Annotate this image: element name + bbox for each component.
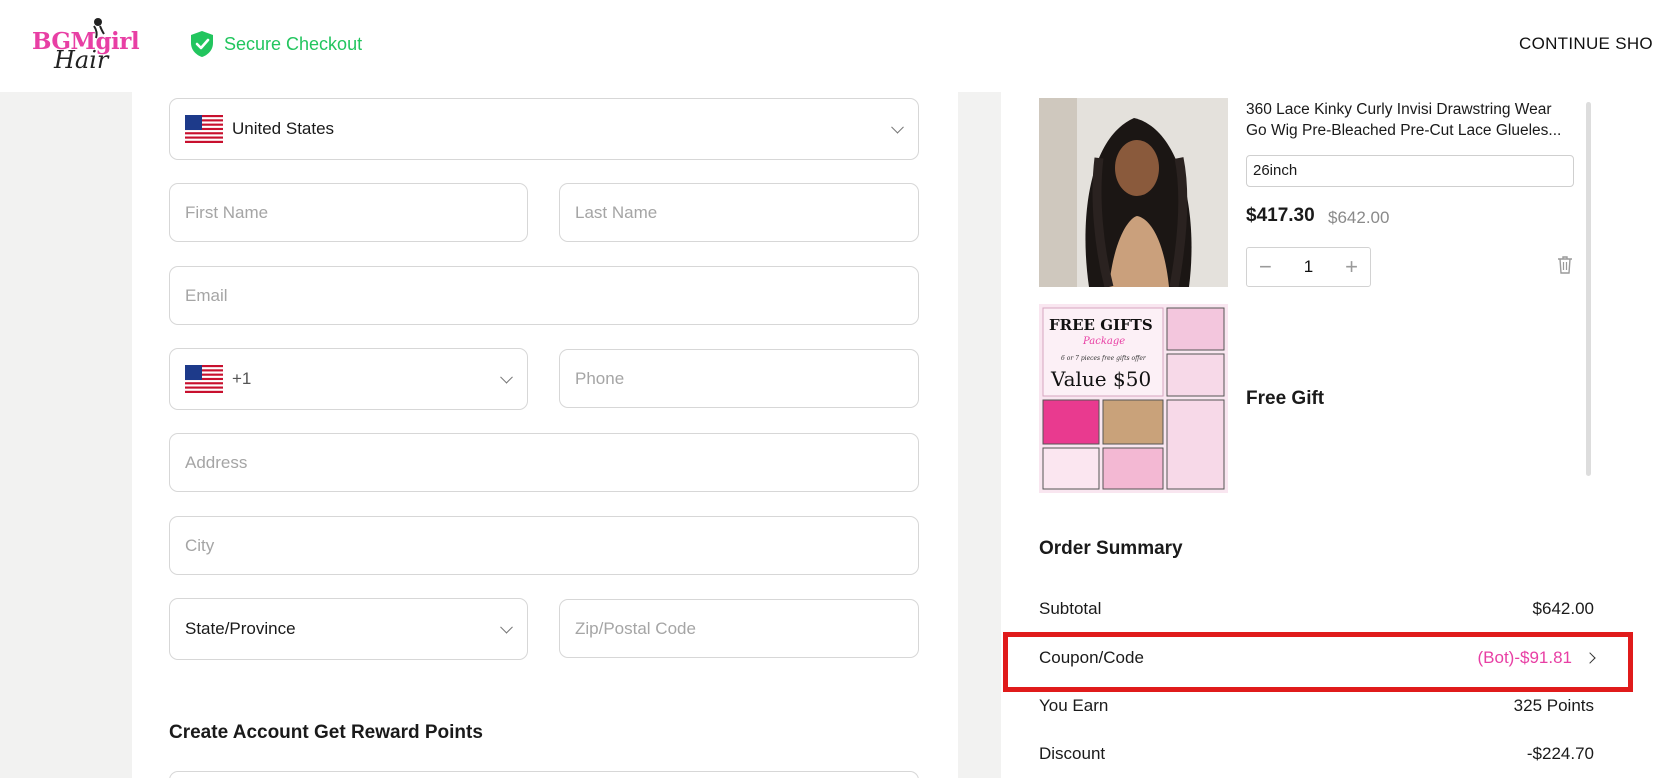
product-image[interactable] — [1039, 98, 1228, 287]
chevron-right-icon — [1584, 652, 1596, 664]
brand-logo[interactable]: BGMgirl Hair — [30, 14, 140, 74]
gift-subtitle: Package — [1082, 336, 1125, 347]
continue-shopping-link[interactable]: CONTINUE SHO — [1519, 34, 1653, 54]
subtotal-label: Subtotal — [1039, 599, 1102, 618]
increase-quantity-button[interactable]: + — [1345, 256, 1358, 278]
state-value: State/Province — [185, 619, 296, 638]
subtotal-row: Subtotal $642.00 — [1039, 599, 1594, 619]
first-name-placeholder: First Name — [185, 202, 269, 222]
original-price: $642.00 — [1328, 208, 1390, 227]
coupon-value: (Bot)-$91.81 — [1477, 648, 1573, 667]
email-field[interactable]: Email — [169, 266, 919, 325]
free-gift-label: Free Gift — [1246, 388, 1325, 409]
product-photo — [1039, 98, 1228, 287]
zip-field[interactable]: Zip/Postal Code — [559, 599, 919, 658]
last-name-field[interactable]: Last Name — [559, 183, 919, 242]
quantity-value[interactable]: 1 — [1304, 257, 1313, 277]
quantity-stepper: − 1 + — [1246, 247, 1371, 287]
city-field[interactable]: City — [169, 516, 919, 575]
gift-package-graphic: FREE GIFTS Package 6 or 7 pieces free gi… — [1039, 304, 1228, 493]
subtotal-value: $642.00 — [1532, 599, 1594, 618]
email-placeholder: Email — [185, 285, 228, 305]
header: BGMgirl Hair Secure Checkout CONTINUE SH… — [0, 0, 1657, 92]
shield-check-icon — [191, 31, 213, 57]
gift-value: Value $50 — [1050, 367, 1151, 391]
account-field[interactable] — [169, 771, 919, 778]
sale-price: $417.30 — [1246, 205, 1315, 226]
chevron-down-icon — [500, 620, 513, 634]
country-select[interactable]: United States — [169, 98, 919, 160]
us-flag-icon — [185, 115, 223, 143]
coupon-value-group[interactable]: (Bot)-$91.81 — [1477, 648, 1596, 668]
address-field[interactable]: Address — [169, 433, 919, 492]
secure-checkout-label: Secure Checkout — [224, 33, 363, 54]
last-name-placeholder: Last Name — [575, 202, 658, 222]
phone-placeholder: Phone — [575, 368, 625, 388]
gift-note: 6 or 7 pieces free gifts offer — [1061, 355, 1147, 362]
cart-scrollbar[interactable] — [1586, 102, 1591, 476]
free-gift-image: FREE GIFTS Package 6 or 7 pieces free gi… — [1039, 304, 1228, 493]
discount-label: Discount — [1039, 744, 1106, 763]
logo-text-bottom: Hair — [54, 46, 109, 74]
trash-icon[interactable] — [1557, 256, 1573, 274]
product-title[interactable]: 360 Lace Kinky Curly Invisi Drawstring W… — [1246, 99, 1576, 141]
secure-checkout: Secure Checkout — [189, 30, 362, 58]
us-flag-icon — [185, 365, 223, 393]
coupon-label: Coupon/Code — [1039, 648, 1144, 667]
first-name-field[interactable]: First Name — [169, 183, 528, 242]
chevron-down-icon — [891, 120, 904, 134]
variant-select[interactable]: 26inch — [1246, 155, 1574, 187]
zip-placeholder: Zip/Postal Code — [575, 618, 696, 638]
discount-value: -$224.70 — [1526, 744, 1594, 763]
earn-value: 325 Points — [1513, 696, 1594, 715]
state-select[interactable]: State/Province — [169, 598, 528, 660]
earn-label: You Earn — [1039, 696, 1109, 715]
phone-code-select[interactable]: +1 — [169, 348, 528, 410]
address-placeholder: Address — [185, 452, 248, 472]
earn-row: You Earn 325 Points — [1039, 696, 1594, 716]
country-value: United States — [232, 119, 335, 138]
coupon-row[interactable]: Coupon/Code (Bot)-$91.81 — [1039, 648, 1596, 668]
gift-title: FREE GIFTS — [1049, 316, 1153, 334]
order-summary-title: Order Summary — [1039, 538, 1183, 559]
city-placeholder: City — [185, 535, 215, 555]
decrease-quantity-button[interactable]: − — [1259, 256, 1272, 278]
phone-code-value: +1 — [232, 369, 252, 388]
phone-field[interactable]: Phone — [559, 349, 919, 408]
create-account-title: Create Account Get Reward Points — [169, 722, 483, 743]
discount-row: Discount -$224.70 — [1039, 744, 1594, 764]
chevron-down-icon — [500, 370, 513, 384]
